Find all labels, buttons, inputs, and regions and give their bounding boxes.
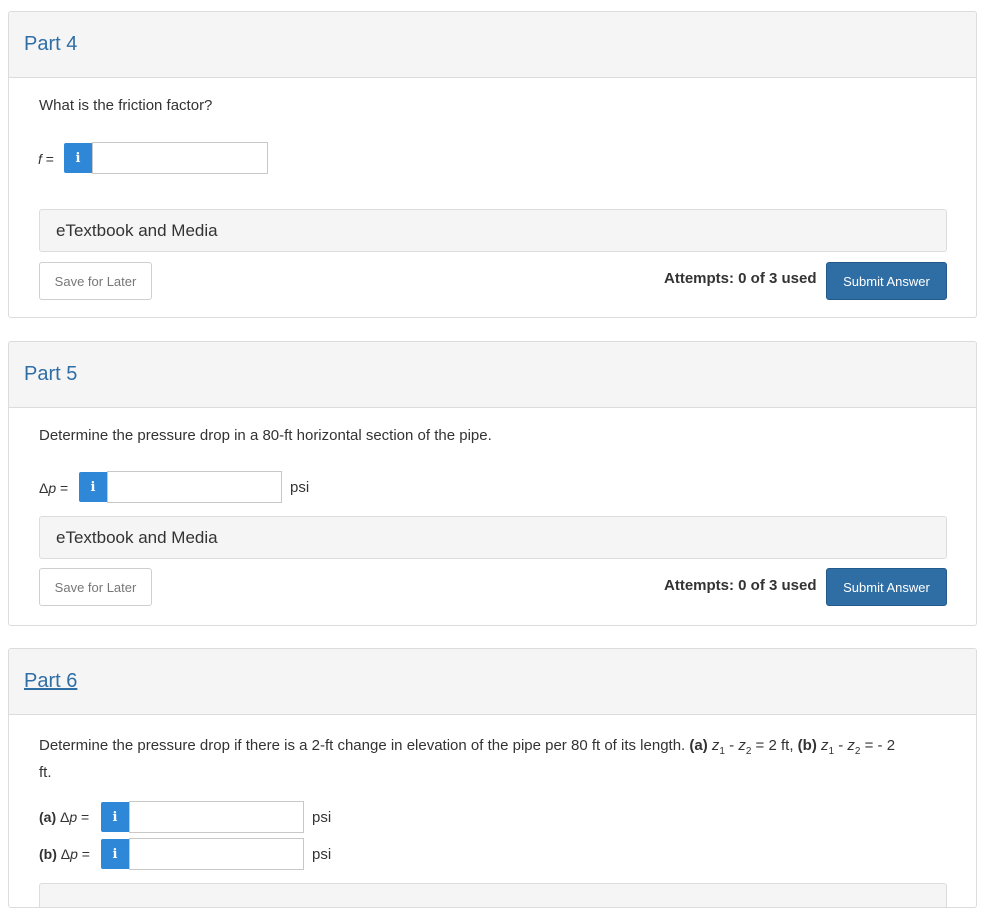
part4-title: Part 4 [24,33,78,55]
unit-label: psi [312,846,332,863]
etextbook-media-panel[interactable]: eTextbook and Media [39,209,947,252]
part4-header: Part 4 [9,12,976,78]
pressure-drop-b-input[interactable] [129,838,304,870]
pressure-drop-input[interactable] [107,471,282,503]
part5-card: Part 5 Determine the pressure drop in a … [8,341,977,626]
info-icon[interactable]: i [101,802,129,832]
delta-symbol: Δ [39,480,49,496]
submit-answer-button[interactable]: Submit Answer [826,568,947,606]
part6-title-link[interactable]: Part 6 [24,670,77,693]
var-equals: = [41,151,54,167]
part6a-var-label: (a) Δp = [39,809,90,825]
unit-label: psi [312,809,332,826]
pressure-drop-a-input[interactable] [129,801,304,833]
attempts-counter: Attempts: 0 of 3 used [664,577,817,594]
part5-header: Part 5 [9,342,976,408]
submit-answer-button[interactable]: Submit Answer [826,262,947,300]
info-icon[interactable]: i [101,839,129,869]
info-icon[interactable]: i [79,472,107,502]
part5-title: Part 5 [24,363,78,385]
part6-header: Part 6 [9,649,976,715]
etextbook-media-panel[interactable] [39,883,947,907]
part-b-tag: (b) [797,737,817,754]
part5-question: Determine the pressure drop in a 80-ft h… [39,427,492,444]
part4-question: What is the friction factor? [39,97,213,114]
attempts-counter: Attempts: 0 of 3 used [664,270,817,287]
part4-var-label: f = [38,151,54,167]
info-icon[interactable]: i [64,143,92,173]
etextbook-media-panel[interactable]: eTextbook and Media [39,516,947,559]
var-equals: = [56,480,69,496]
part6b-var-label: (b) Δp = [39,846,90,862]
part6-card: Part 6 Determine the pressure drop if th… [8,648,977,908]
part6-question: Determine the pressure drop if there is … [39,737,896,781]
part-a-tag: (a) [689,737,708,754]
var-symbol: p [48,480,57,496]
save-for-later-button[interactable]: Save for Later [39,568,152,606]
save-for-later-button[interactable]: Save for Later [39,262,152,300]
friction-factor-input[interactable] [92,142,268,174]
part4-card: Part 4 What is the friction factor? f = … [8,11,977,318]
part5-var-label: Δp = [39,480,68,496]
unit-label: psi [290,479,310,496]
